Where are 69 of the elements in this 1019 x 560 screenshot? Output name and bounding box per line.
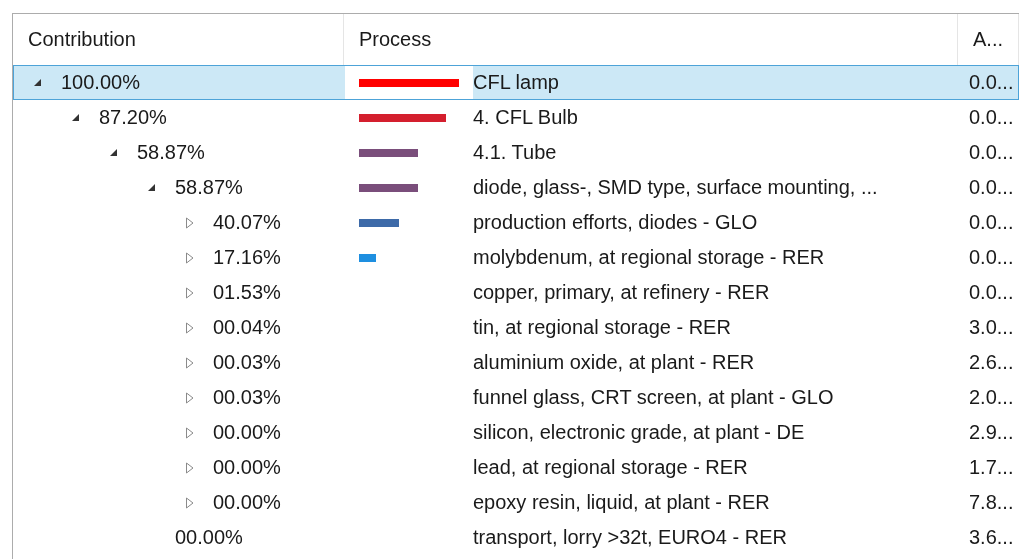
amount-value: 0.0... bbox=[969, 211, 1014, 234]
collapsed-triangle-icon[interactable] bbox=[185, 461, 194, 474]
amount-value: 3.0... bbox=[969, 316, 1014, 339]
tree-row[interactable]: 58.87% 4.1. Tube 0.0... bbox=[13, 135, 1019, 170]
contribution-value: 00.00% bbox=[213, 491, 281, 514]
process-name: epoxy resin, liquid, at plant - RER bbox=[473, 491, 770, 514]
collapsed-triangle-icon[interactable] bbox=[185, 286, 194, 299]
contribution-value: 58.87% bbox=[137, 141, 205, 164]
collapsed-triangle-icon[interactable] bbox=[185, 426, 194, 439]
contribution-value: 00.00% bbox=[213, 421, 281, 444]
expanded-triangle-icon[interactable] bbox=[147, 183, 156, 192]
process-name: funnel glass, CRT screen, at plant - GLO bbox=[473, 386, 834, 409]
amount-value: 0.0... bbox=[969, 176, 1014, 199]
process-name: silicon, electronic grade, at plant - DE bbox=[473, 421, 805, 444]
amount-value: 2.9... bbox=[969, 421, 1014, 444]
amount-value: 1.7... bbox=[969, 456, 1014, 479]
process-name: tin, at regional storage - RER bbox=[473, 316, 731, 339]
process-name: copper, primary, at refinery - RER bbox=[473, 281, 770, 304]
tree-row[interactable]: 00.04% tin, at regional storage - RER 3.0... bbox=[13, 310, 1019, 345]
contribution-value: 00.03% bbox=[213, 386, 281, 409]
contribution-value: 00.03% bbox=[213, 351, 281, 374]
contribution-value: 17.16% bbox=[213, 246, 281, 269]
amount-value: 2.6... bbox=[969, 351, 1014, 374]
amount-value: 0.0... bbox=[969, 141, 1014, 164]
amount-value: 7.8... bbox=[969, 491, 1014, 514]
contribution-value: 00.00% bbox=[175, 526, 243, 549]
tree-row[interactable]: 100.00% CFL lamp 0.0... bbox=[13, 65, 1019, 100]
collapsed-triangle-icon[interactable] bbox=[185, 321, 194, 334]
amount-value: 0.0... bbox=[969, 71, 1014, 94]
process-name: 4. CFL Bulb bbox=[473, 106, 578, 129]
expanded-triangle-icon[interactable] bbox=[109, 148, 118, 157]
collapsed-triangle-icon[interactable] bbox=[185, 391, 194, 404]
expanded-triangle-icon[interactable] bbox=[71, 113, 80, 122]
collapsed-triangle-icon[interactable] bbox=[185, 216, 194, 229]
tree-row[interactable]: 00.00% lead, at regional storage - RER 1.7... bbox=[13, 450, 1019, 485]
amount-value: 2.0... bbox=[969, 386, 1014, 409]
process-name: 4.1. Tube bbox=[473, 141, 557, 164]
contribution-value: 00.04% bbox=[213, 316, 281, 339]
amount-value: 0.0... bbox=[969, 281, 1014, 304]
amount-value: 0.0... bbox=[969, 246, 1014, 269]
amount-value: 0.0... bbox=[969, 106, 1014, 129]
process-name: diode, glass-, SMD type, surface mounting, ... bbox=[473, 176, 878, 199]
expanded-triangle-icon[interactable] bbox=[33, 78, 42, 87]
contribution-value: 00.00% bbox=[213, 456, 281, 479]
contribution-value: 87.20% bbox=[99, 106, 167, 129]
tree-row[interactable]: 01.53% copper, primary, at refinery - RER 0.0... bbox=[13, 275, 1019, 310]
contribution-value: 40.07% bbox=[213, 211, 281, 234]
tree-row[interactable]: 87.20% 4. CFL Bulb 0.0... bbox=[13, 100, 1019, 135]
collapsed-triangle-icon[interactable] bbox=[185, 251, 194, 264]
process-name: production efforts, diodes - GLO bbox=[473, 211, 758, 234]
contribution-value: 100.00% bbox=[61, 71, 140, 94]
tree-row[interactable]: 40.07% production efforts, diodes - GLO 0.0... bbox=[13, 205, 1019, 240]
process-name: CFL lamp bbox=[473, 71, 559, 94]
tree-row[interactable]: 00.00% epoxy resin, liquid, at plant - RER 7.8... bbox=[13, 485, 1019, 520]
tree-row[interactable]: 17.16% molybdenum, at regional storage - RER 0.0... bbox=[13, 240, 1019, 275]
collapsed-triangle-icon[interactable] bbox=[185, 356, 194, 369]
process-name: aluminium oxide, at plant - RER bbox=[473, 351, 755, 374]
amount-value: 3.6... bbox=[969, 526, 1014, 549]
contribution-value: 01.53% bbox=[213, 281, 281, 304]
tree-row[interactable]: 00.03% funnel glass, CRT screen, at plant - GLO 2.0... bbox=[13, 380, 1019, 415]
tree-row[interactable]: 58.87% diode, glass-, SMD type, surface mounting, ... 0.0... bbox=[13, 170, 1019, 205]
contribution-value: 58.87% bbox=[175, 176, 243, 199]
tree-row[interactable]: 00.03% aluminium oxide, at plant - RER 2.6... bbox=[13, 345, 1019, 380]
tree-row[interactable]: 00.00% transport, lorry >32t, EURO4 - RER 3.6... bbox=[13, 520, 1019, 555]
process-name: transport, lorry >32t, EURO4 - RER bbox=[473, 526, 787, 549]
tree-row[interactable]: 00.00% silicon, electronic grade, at plant - DE 2.9... bbox=[13, 415, 1019, 450]
process-name: molybdenum, at regional storage - RER bbox=[473, 246, 825, 269]
process-name: lead, at regional storage - RER bbox=[473, 456, 748, 479]
collapsed-triangle-icon[interactable] bbox=[185, 496, 194, 509]
